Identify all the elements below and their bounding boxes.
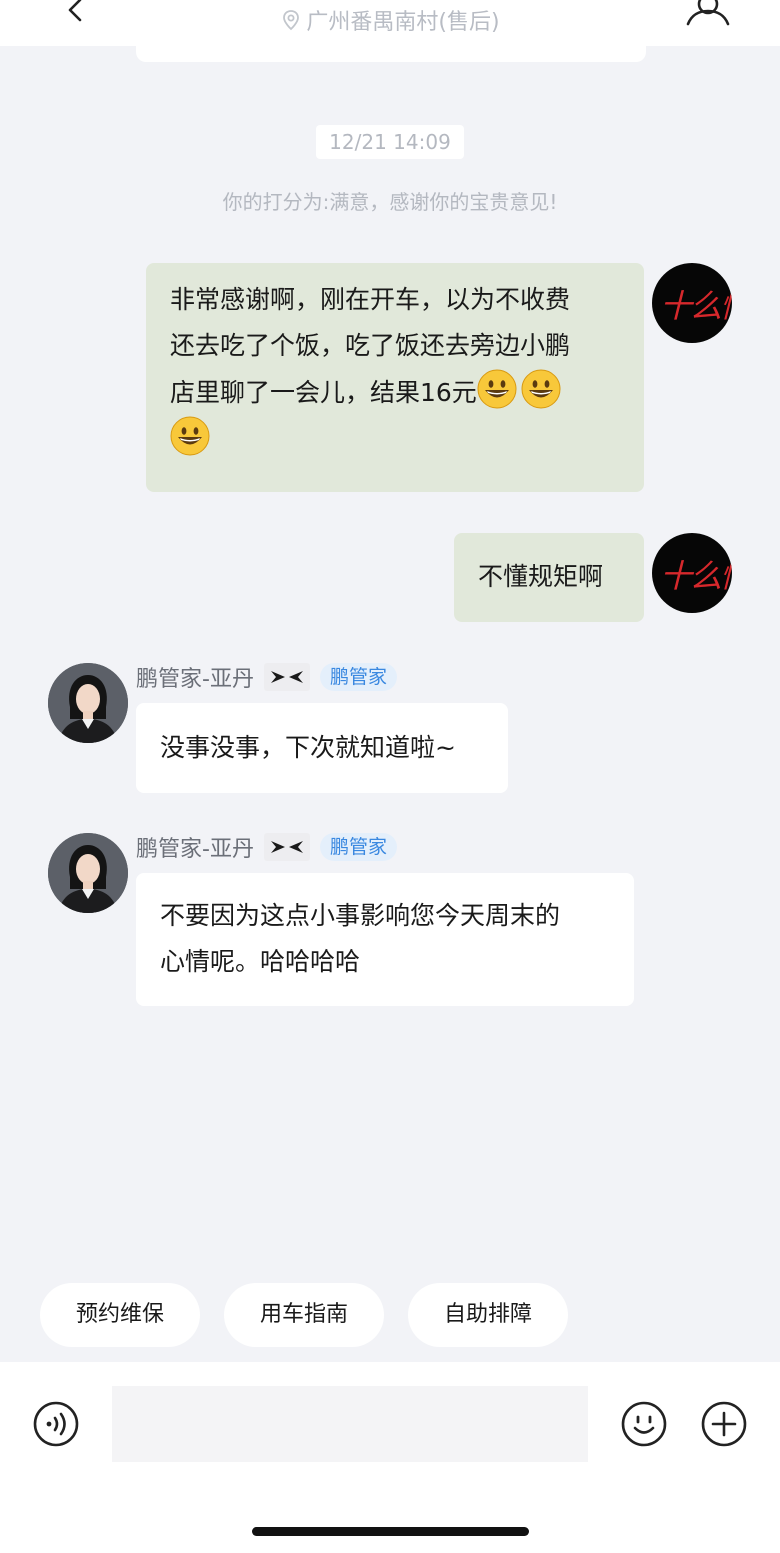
- message-text: 不懂规矩啊: [478, 562, 604, 591]
- message-timestamp: 12/21 14:09: [316, 125, 464, 159]
- xpeng-logo-icon: [263, 663, 310, 691]
- sender-info: 鹏管家-亚丹 鹏管家: [136, 832, 397, 862]
- role-tag: 鹏管家: [319, 833, 397, 861]
- store-location[interactable]: 广州番禺南村(售后): [0, 4, 780, 36]
- emoji-icon[interactable]: [621, 1401, 667, 1447]
- user-profile-icon[interactable]: [686, 0, 730, 26]
- sender-name: 鹏管家-亚丹: [136, 667, 254, 692]
- message-line: 心情呢。哈哈哈哈: [160, 947, 361, 976]
- avatar-signature: 十么情况: [660, 557, 732, 595]
- chat-header: 广州番禺南村(售后): [0, 0, 780, 46]
- grinning-face-emoji: [477, 369, 517, 409]
- message-line: 店里聊了一会儿，结果16元: [170, 369, 620, 416]
- quick-action-guide[interactable]: 用车指南: [224, 1283, 384, 1347]
- grinning-face-emoji: [170, 416, 210, 456]
- xpeng-logo-icon: [263, 833, 310, 861]
- agent-portrait-icon: [48, 833, 128, 913]
- my-message-bubble[interactable]: 不懂规矩啊: [454, 533, 644, 622]
- sender-info: 鹏管家-亚丹 鹏管家: [136, 662, 397, 692]
- agent-message-bubble[interactable]: 不要因为这点小事影响您今天周末的 心情呢。哈哈哈哈: [136, 873, 634, 1006]
- agent-avatar[interactable]: [48, 663, 128, 743]
- message-input[interactable]: [112, 1386, 588, 1462]
- my-message-bubble[interactable]: 非常感谢啊，刚在开车，以为不收费 还去吃了个饭，吃了饭还去旁边小鹏 店里聊了一会…: [146, 263, 644, 492]
- rating-note: 你的打分为:满意，感谢你的宝贵意见!: [222, 190, 558, 214]
- message-line: 还去吃了个饭，吃了饭还去旁边小鹏: [170, 331, 571, 360]
- role-tag: 鹏管家: [319, 663, 397, 691]
- header-info-card: [136, 46, 646, 62]
- plus-icon[interactable]: [701, 1401, 747, 1447]
- sender-name: 鹏管家-亚丹: [136, 837, 254, 862]
- grinning-face-emoji: [521, 369, 561, 409]
- location-pin-icon: [283, 10, 300, 31]
- message-line: [170, 416, 620, 463]
- voice-icon[interactable]: [33, 1401, 79, 1447]
- avatar-signature: 十么情况: [660, 287, 732, 325]
- agent-avatar[interactable]: [48, 833, 128, 913]
- location-label: 广州番禺南村(售后): [306, 10, 500, 35]
- agent-message-bubble[interactable]: 没事没事，下次就知道啦~: [136, 703, 508, 793]
- my-avatar[interactable]: 十么情况: [652, 533, 732, 613]
- agent-portrait-icon: [48, 663, 128, 743]
- quick-action-troubleshoot[interactable]: 自助排障: [408, 1283, 568, 1347]
- message-line-text: 店里聊了一会儿，结果16元: [170, 378, 477, 407]
- message-line: 不要因为这点小事影响您今天周末的: [160, 901, 561, 930]
- quick-action-maintenance[interactable]: 预约维保: [40, 1283, 200, 1347]
- message-text: 没事没事，下次就知道啦~: [160, 733, 456, 762]
- my-avatar[interactable]: 十么情况: [652, 263, 732, 343]
- message-line: 非常感谢啊，刚在开车，以为不收费: [170, 285, 571, 314]
- home-indicator[interactable]: [252, 1527, 529, 1536]
